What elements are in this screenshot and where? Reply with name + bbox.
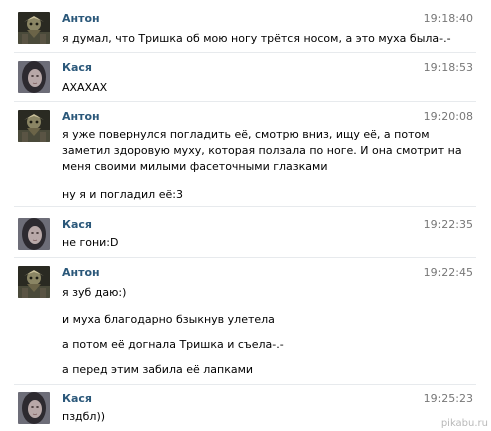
avatar[interactable] — [18, 266, 50, 298]
message-divider — [14, 52, 476, 53]
author-name[interactable]: Антон — [62, 12, 100, 25]
message-text: АХАХАХ — [62, 81, 108, 94]
message-text: и муха благодарно бзыкнув улетела — [62, 313, 275, 326]
avatar-kasya-icon — [18, 392, 50, 424]
message-divider — [14, 206, 476, 207]
message-time: 19:18:53 — [423, 61, 473, 74]
author-name[interactable]: Кася — [62, 61, 92, 74]
message-time: 19:18:40 — [423, 12, 473, 25]
author-name[interactable]: Кася — [62, 392, 92, 405]
message-text: ну я и погладил её:3 — [62, 188, 183, 201]
message-time: 19:20:08 — [423, 110, 473, 123]
message-text: не гони:D — [62, 236, 119, 249]
message-feed: Антон 19:18:40 я думал, что Тришка об мо… — [0, 0, 491, 431]
message-divider — [14, 384, 476, 385]
message-time: 19:22:35 — [423, 218, 473, 231]
message-text: пздбл)) — [62, 410, 106, 423]
avatar[interactable] — [18, 110, 50, 142]
avatar[interactable] — [18, 218, 50, 250]
avatar-kasya-icon — [18, 61, 50, 93]
avatar[interactable] — [18, 61, 50, 93]
author-name[interactable]: Антон — [62, 110, 100, 123]
message-text: я думал, что Тришка об мою ногу трётся н… — [62, 32, 451, 45]
author-name[interactable]: Кася — [62, 218, 92, 231]
avatar-anton-icon — [18, 110, 50, 142]
message-text: а потом её догнала Тришка и съела-.- — [62, 338, 284, 351]
message-time: 19:22:45 — [423, 266, 473, 279]
avatar[interactable] — [18, 392, 50, 424]
message-text: меня своими милыми фасеточными глазками — [62, 160, 328, 173]
watermark: pikabu.ru — [440, 418, 488, 429]
message-divider — [14, 257, 476, 258]
avatar-anton-icon — [18, 266, 50, 298]
avatar-kasya-icon — [18, 218, 50, 250]
message-text: заметил здоровую муху, которая ползала п… — [62, 144, 462, 157]
avatar-anton-icon — [18, 12, 50, 44]
author-name[interactable]: Антон — [62, 266, 100, 279]
message-text: а перед этим забила её лапками — [62, 363, 254, 376]
message-text: я уже повернулся погладить её, смотрю вн… — [62, 128, 430, 141]
avatar[interactable] — [18, 12, 50, 44]
message-divider — [14, 101, 476, 102]
message-time: 19:25:23 — [423, 392, 473, 405]
message-text: я зуб даю:) — [62, 286, 127, 299]
